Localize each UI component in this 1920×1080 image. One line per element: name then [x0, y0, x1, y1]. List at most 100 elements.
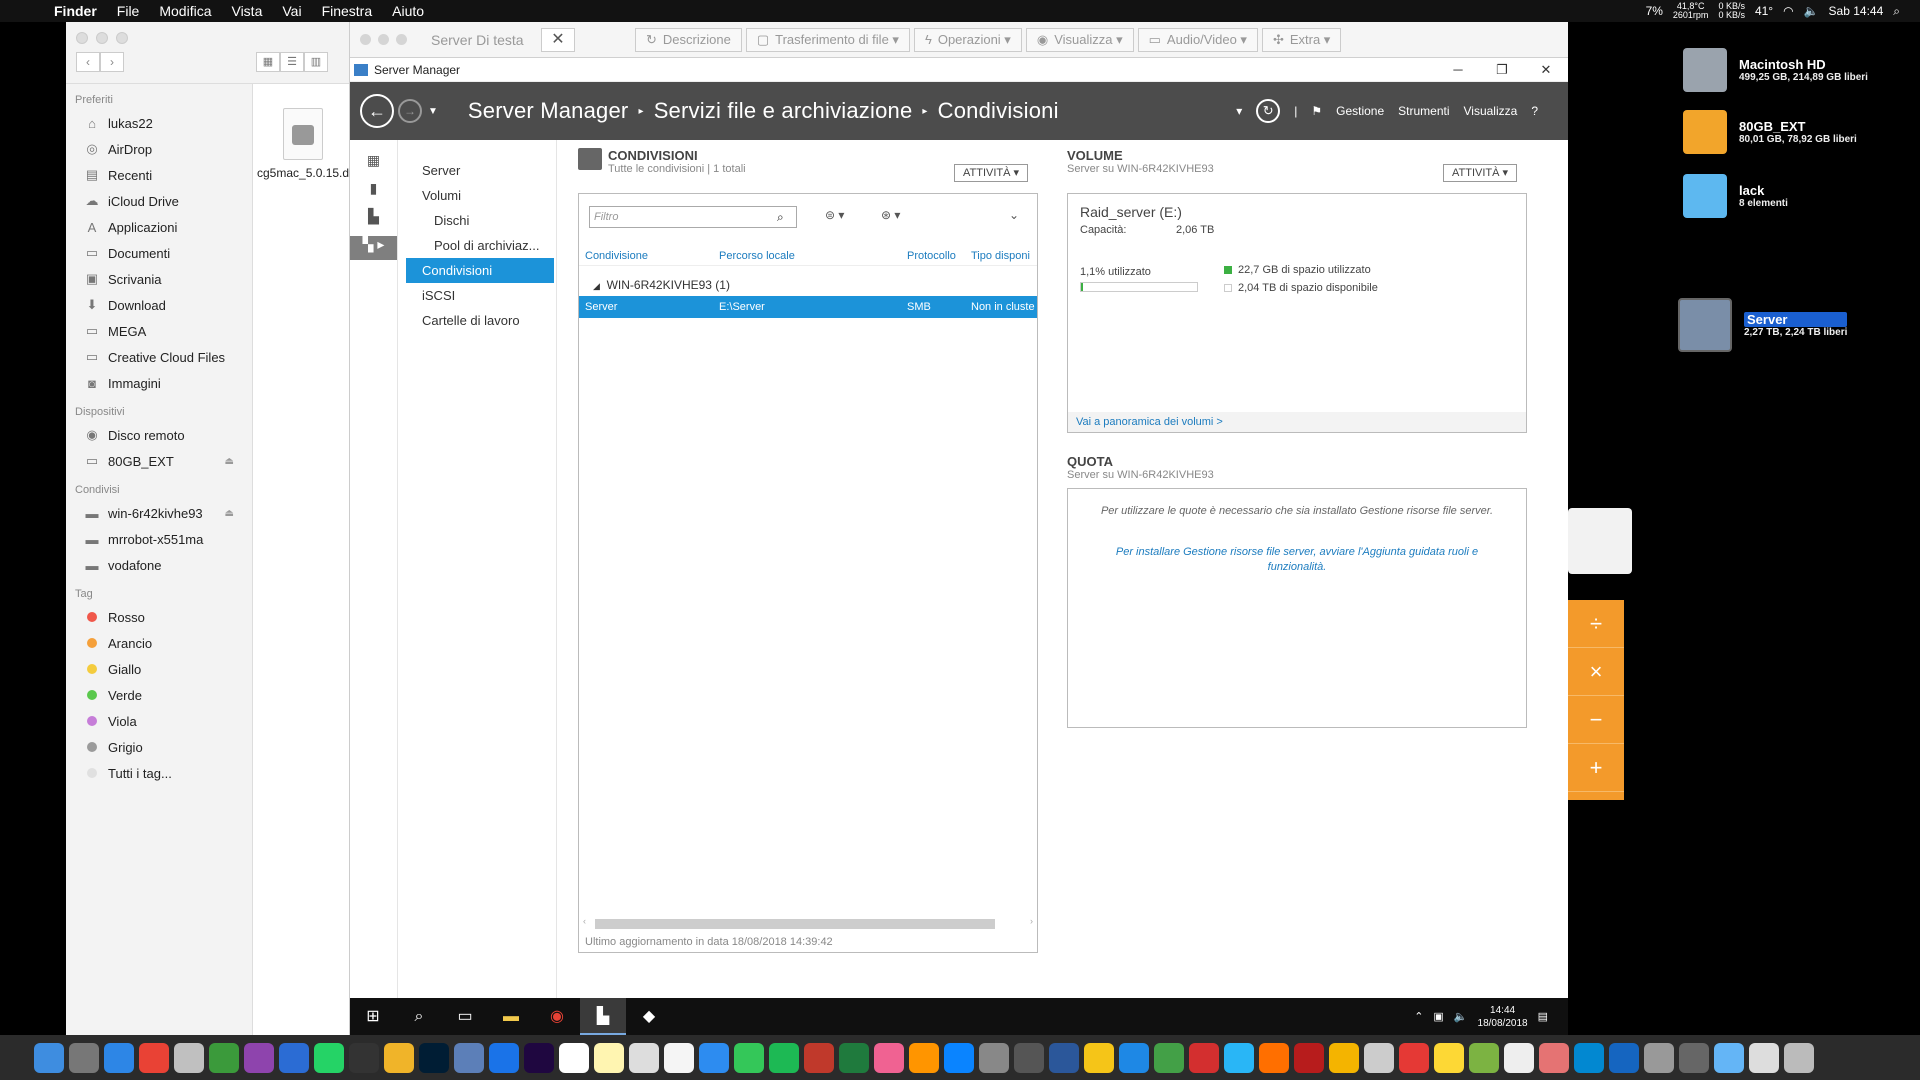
sidebar-item-win-server[interactable]: ▬ win-6r42kivhe93 ⏏ — [66, 500, 252, 526]
list-view-button[interactable]: ☰ — [280, 52, 304, 72]
app-taskbar-icon[interactable]: ◆ — [626, 998, 672, 1035]
app-store-dock-icon[interactable] — [944, 1042, 974, 1073]
app-dock-icon[interactable] — [1084, 1042, 1114, 1073]
finder-dock-icon[interactable] — [34, 1042, 64, 1073]
sidebar-item-creative-cloud[interactable]: ▭ Creative Cloud Files — [66, 344, 252, 370]
sidebar-item-vodafone[interactable]: ▬ vodafone — [66, 552, 252, 578]
disk-macintosh-hd[interactable]: Macintosh HD 499,25 GB, 214,89 GB liberi — [1683, 48, 1868, 92]
app-dock-icon[interactable] — [1399, 1042, 1429, 1073]
horizontal-scrollbar[interactable]: ‹ › — [583, 916, 1033, 930]
sidebar-item-applicazioni[interactable]: A Applicazioni — [66, 214, 252, 240]
cpu-temp-readout[interactable]: 41,8°C 2601rpm — [1673, 2, 1709, 20]
minimize-window-button[interactable] — [96, 32, 108, 44]
notifications-icon[interactable]: ▤ — [1538, 1010, 1548, 1023]
app-dock-icon[interactable] — [1469, 1042, 1499, 1073]
vlc-dock-icon[interactable] — [1259, 1042, 1289, 1073]
app-dock-icon[interactable] — [209, 1042, 239, 1073]
taskbar-clock[interactable]: 14:44 18/08/2018 — [1478, 1004, 1528, 1030]
sidebar-item-documenti[interactable]: ▭ Documenti — [66, 240, 252, 266]
table-row[interactable]: Server E:\Server SMB Non in cluste — [579, 296, 1037, 318]
app-dock-icon[interactable] — [279, 1042, 309, 1073]
app-dock-icon[interactable] — [1644, 1042, 1674, 1073]
app-dock-icon[interactable] — [1119, 1042, 1149, 1073]
calc-plus-button[interactable]: + — [1568, 744, 1624, 792]
tray-expand-icon[interactable]: ⌃ — [1414, 1010, 1423, 1023]
search-icon[interactable]: ⌕ — [396, 998, 442, 1035]
sidebar-item-mega[interactable]: ▭ MEGA — [66, 318, 252, 344]
disconnect-button[interactable]: ✕ — [541, 27, 575, 52]
tag-arancio[interactable]: Arancio — [66, 630, 252, 656]
app-dock-icon[interactable] — [489, 1042, 519, 1073]
close-button[interactable]: ✕ — [1524, 62, 1568, 78]
chrome-dock-icon[interactable] — [139, 1042, 169, 1073]
disk-80gb-ext[interactable]: 80GB_EXT 80,01 GB, 78,92 GB liberi — [1683, 110, 1857, 154]
network-icon[interactable]: ▣ — [1433, 1010, 1443, 1023]
search-icon[interactable]: ⌕ — [777, 210, 784, 225]
menu-vista[interactable]: Vista — [221, 3, 272, 19]
file-dmg[interactable]: cg5mac_5.0.15.dmg — [257, 108, 366, 180]
expand-icon[interactable]: ⌄ — [1009, 208, 1019, 222]
column-view-button[interactable]: ▥ — [304, 52, 328, 72]
column-header-tipo[interactable]: Tipo disponi — [971, 250, 1037, 262]
app-dock-icon[interactable] — [1434, 1042, 1464, 1073]
nav-dischi[interactable]: Dischi — [406, 208, 554, 233]
task-view-icon[interactable]: ▭ — [442, 998, 488, 1035]
facetime-dock-icon[interactable] — [734, 1042, 764, 1073]
windows-start-icon[interactable]: ⊞ — [350, 998, 396, 1035]
nav-condivisioni[interactable]: Condivisioni — [406, 258, 554, 283]
zoom-window-button[interactable] — [396, 34, 407, 45]
photos-dock-icon[interactable] — [664, 1042, 694, 1073]
calendar-dock-icon[interactable] — [559, 1042, 589, 1073]
filter-input[interactable]: Filtro — [589, 206, 797, 228]
sidebar-item-scrivania[interactable]: ▣ Scrivania — [66, 266, 252, 292]
sidebar-item-disco-remoto[interactable]: ◉ Disco remoto — [66, 422, 252, 448]
app-dock-icon[interactable] — [1014, 1042, 1044, 1073]
file-transfer-button[interactable]: ▢ Trasferimento di file ▾ — [745, 27, 910, 52]
excel-dock-icon[interactable] — [839, 1042, 869, 1073]
file-explorer-icon[interactable]: ▬ — [488, 998, 534, 1035]
tag-viola[interactable]: Viola — [66, 708, 252, 734]
menu-gestione[interactable]: Gestione — [1336, 104, 1384, 118]
app-dock-icon[interactable] — [454, 1042, 484, 1073]
eject-icon[interactable]: ⏏ — [225, 508, 234, 519]
breadcrumb-server-manager[interactable]: Server Manager — [468, 98, 629, 124]
nav-server[interactable]: Server — [406, 158, 554, 183]
audio-video-button[interactable]: ▭ Audio/Video ▾ — [1137, 27, 1258, 52]
itunes-dock-icon[interactable] — [874, 1042, 904, 1073]
menu-help[interactable]: ? — [1531, 104, 1538, 118]
quota-install-link[interactable]: Per installare Gestione risorse file ser… — [1108, 545, 1486, 575]
tag-tutti[interactable]: Tutti i tag... — [66, 760, 252, 786]
forward-button[interactable]: › — [100, 52, 124, 72]
sidebar-item-immagini[interactable]: ◙ Immagini — [66, 370, 252, 396]
app-dock-icon[interactable] — [1504, 1042, 1534, 1073]
chrome-icon[interactable]: ◉ — [534, 998, 580, 1035]
tag-grigio[interactable]: Grigio — [66, 734, 252, 760]
all-servers-icon[interactable]: ▙ — [350, 208, 397, 232]
app-dock-icon[interactable] — [1364, 1042, 1394, 1073]
app-dock-icon[interactable] — [174, 1042, 204, 1073]
menu-visualizza[interactable]: Visualizza — [1464, 104, 1518, 118]
sidebar-item-lukas22[interactable]: ⌂ lukas22 — [66, 110, 252, 136]
app-dock-icon[interactable] — [1749, 1042, 1779, 1073]
forward-arrow-icon[interactable]: → — [398, 99, 422, 123]
app-dock-icon[interactable] — [244, 1042, 274, 1073]
trash-icon[interactable] — [1784, 1042, 1814, 1073]
wifi-icon[interactable]: ◠ — [1783, 4, 1793, 18]
battery-percent[interactable]: 7% — [1646, 4, 1663, 18]
app-dock-icon[interactable] — [1154, 1042, 1184, 1073]
dashboard-icon[interactable]: ▦ — [350, 152, 397, 176]
sidebar-item-download[interactable]: ⬇ Download — [66, 292, 252, 318]
disk-server[interactable]: Server 2,27 TB, 2,24 TB liberi — [1678, 298, 1848, 352]
volume-icon[interactable]: 🔈 — [1804, 4, 1819, 18]
sidebar-item-mrrobot[interactable]: ▬ mrrobot-x551ma — [66, 526, 252, 552]
whatsapp-dock-icon[interactable] — [314, 1042, 344, 1073]
eject-icon[interactable]: ⏏ — [225, 456, 234, 467]
minimize-button[interactable]: ─ — [1436, 62, 1480, 78]
spotify-dock-icon[interactable] — [769, 1042, 799, 1073]
downloads-stack-icon[interactable] — [1714, 1042, 1744, 1073]
app-dock-icon[interactable] — [1329, 1042, 1359, 1073]
app-dock-icon[interactable] — [629, 1042, 659, 1073]
extra-button[interactable]: ✣ Extra ▾ — [1261, 27, 1342, 52]
back-arrow-icon[interactable]: ← — [360, 94, 394, 128]
network-readout[interactable]: 0 KB/s 0 KB/s — [1718, 2, 1745, 20]
